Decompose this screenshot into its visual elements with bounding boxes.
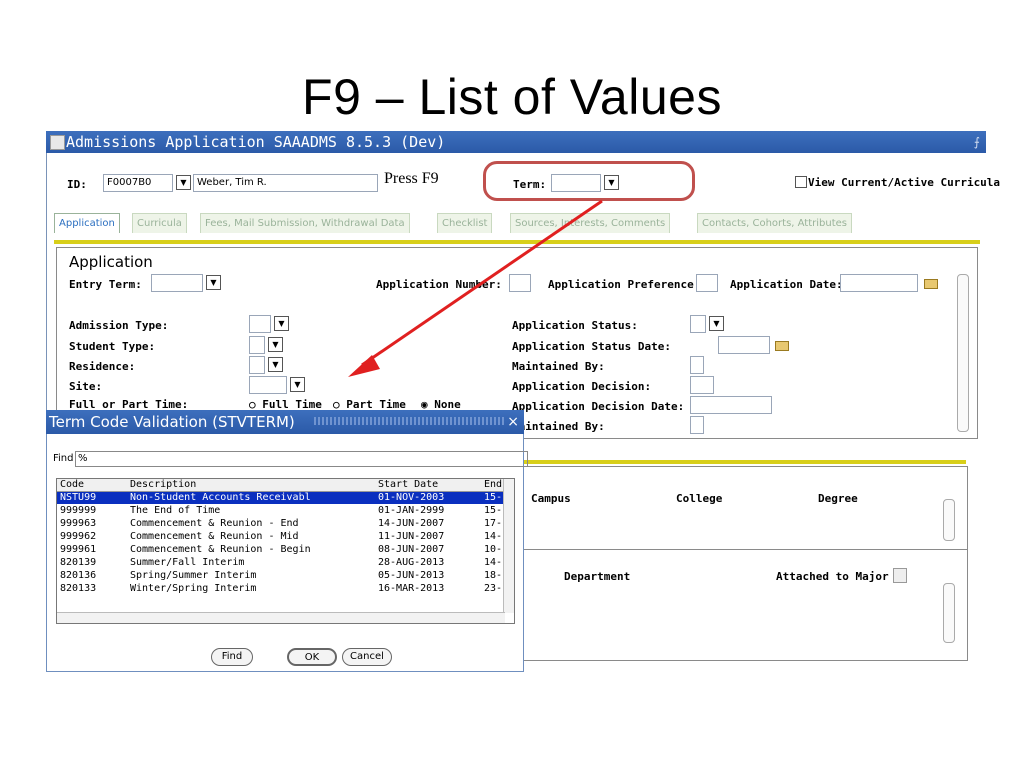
id-label: ID: — [67, 178, 87, 191]
col-code[interactable]: Code — [60, 479, 84, 491]
residence-label: Residence: — [69, 360, 136, 373]
annotation-arrow — [348, 199, 603, 377]
calendar-icon[interactable] — [924, 279, 938, 289]
application-section-title: Application — [69, 253, 153, 271]
campus-label: Campus — [531, 492, 571, 505]
arrow-head — [348, 355, 380, 377]
residence-field[interactable] — [249, 356, 265, 374]
table-row[interactable]: 999999 The End of Time 01-JAN-2999 15- — [57, 505, 505, 517]
grid-header: Code Description Start Date End — [57, 479, 505, 492]
student-type-field[interactable] — [249, 336, 265, 354]
application-scrollbar[interactable] — [957, 274, 969, 432]
entry-term-label: Entry Term: — [69, 278, 142, 291]
maintained-by-field — [690, 356, 704, 374]
find-label: Find — [53, 453, 74, 464]
grid-vertical-scrollbar[interactable] — [503, 479, 514, 613]
admission-type-label: Admission Type: — [69, 319, 169, 332]
app-date-field[interactable] — [840, 274, 918, 292]
table-row[interactable]: 820133 Winter/Spring Interim 16-MAR-2013 23… — [57, 583, 505, 595]
find-input[interactable]: % — [75, 451, 528, 467]
table-row[interactable]: 820136 Spring/Summer Interim 05-JUN-2013 18… — [57, 570, 505, 582]
tab-contacts[interactable]: Contacts, Cohorts, Attributes — [697, 213, 852, 233]
id-field[interactable]: F0007B0 — [103, 174, 173, 192]
col-description[interactable]: Description — [130, 479, 196, 491]
app-preference-field[interactable] — [696, 274, 718, 292]
table-row[interactable]: 999963 Commencement & Reunion - End 14-JUN… — [57, 518, 505, 530]
admission-type-dropdown-icon[interactable]: ▼ — [274, 316, 289, 331]
calendar-icon[interactable] — [775, 341, 789, 351]
view-curricula-label: View Current/Active Curricula — [808, 176, 1001, 189]
dialog-title: Term Code Validation (STVTERM) — [49, 413, 295, 431]
attached-major-label: Attached to Major — [776, 570, 889, 583]
arrow-line — [361, 199, 603, 367]
student-type-dropdown-icon[interactable]: ▼ — [268, 337, 283, 352]
entry-term-field[interactable] — [151, 274, 203, 292]
id-dropdown-icon[interactable]: ▼ — [176, 175, 191, 190]
curricula-block — [520, 466, 968, 550]
table-row[interactable]: 999961 Commencement & Reunion - Begin 08-J… — [57, 544, 505, 556]
col-end-date[interactable]: End — [484, 479, 502, 491]
app-window-icon — [50, 135, 65, 150]
residence-dropdown-icon[interactable]: ▼ — [268, 357, 283, 372]
view-curricula-checkbox[interactable] — [795, 176, 807, 188]
find-button[interactable]: Find — [211, 648, 253, 666]
curricula-scrollbar[interactable] — [943, 499, 955, 541]
term-list-grid: Code Description Start Date End NSTU99 No… — [56, 478, 515, 624]
minimize-icon[interactable]: ⨍ — [974, 131, 980, 153]
name-field: Weber, Tim R. — [193, 174, 378, 192]
table-row[interactable]: NSTU99 Non-Student Accounts Receivabl 01-N… — [57, 492, 505, 504]
site-label: Site: — [69, 380, 103, 393]
app-status-date-field[interactable] — [718, 336, 770, 354]
note-icon[interactable] — [893, 568, 907, 583]
table-row[interactable]: 999962 Commencement & Reunion - Mid 11-JUN… — [57, 531, 505, 543]
app-status-field[interactable] — [690, 315, 706, 333]
window-title: Admissions Application SAAADMS 8.5.3 (De… — [66, 133, 446, 151]
entry-term-dropdown-icon[interactable]: ▼ — [206, 275, 221, 290]
field-of-study-scrollbar[interactable] — [943, 583, 955, 643]
section-divider-2 — [520, 460, 966, 464]
grid-horizontal-scrollbar[interactable] — [57, 612, 505, 623]
app-decision-date-label: Application Decision Date: — [512, 400, 685, 413]
app-date-label: Application Date: — [730, 278, 843, 291]
cancel-button[interactable]: Cancel — [342, 648, 392, 666]
press-f9-annotation: Press F9 — [384, 170, 439, 187]
tab-curricula[interactable]: Curricula — [132, 213, 187, 233]
dialog-titlebar[interactable]: Term Code Validation (STVTERM) × — [46, 410, 524, 434]
maintained-by2-field — [690, 416, 704, 434]
degree-label: Degree — [818, 492, 858, 505]
table-row[interactable]: 820139 Summer/Fall Interim 28-AUG-2013 14- — [57, 557, 505, 569]
ok-button[interactable]: OK — [287, 648, 337, 666]
student-type-label: Student Type: — [69, 340, 156, 353]
titlebar-grip — [314, 417, 504, 425]
tab-application[interactable]: Application — [54, 213, 120, 233]
site-field[interactable] — [249, 376, 287, 394]
admission-type-field[interactable] — [249, 315, 271, 333]
site-dropdown-icon[interactable]: ▼ — [290, 377, 305, 392]
close-icon[interactable]: × — [507, 410, 519, 434]
app-decision-field[interactable] — [690, 376, 714, 394]
field-of-study-block — [520, 549, 968, 661]
slide-title: F9 – List of Values — [302, 69, 722, 125]
app-decision-date-field[interactable] — [690, 396, 772, 414]
college-label: College — [676, 492, 723, 505]
window-titlebar[interactable]: Admissions Application SAAADMS 8.5.3 (De… — [46, 131, 986, 153]
department-label: Department — [564, 570, 631, 583]
app-status-dropdown-icon[interactable]: ▼ — [709, 316, 724, 331]
maintained-by2-label: Maintained By: — [512, 420, 605, 433]
col-start-date[interactable]: Start Date — [378, 479, 438, 491]
